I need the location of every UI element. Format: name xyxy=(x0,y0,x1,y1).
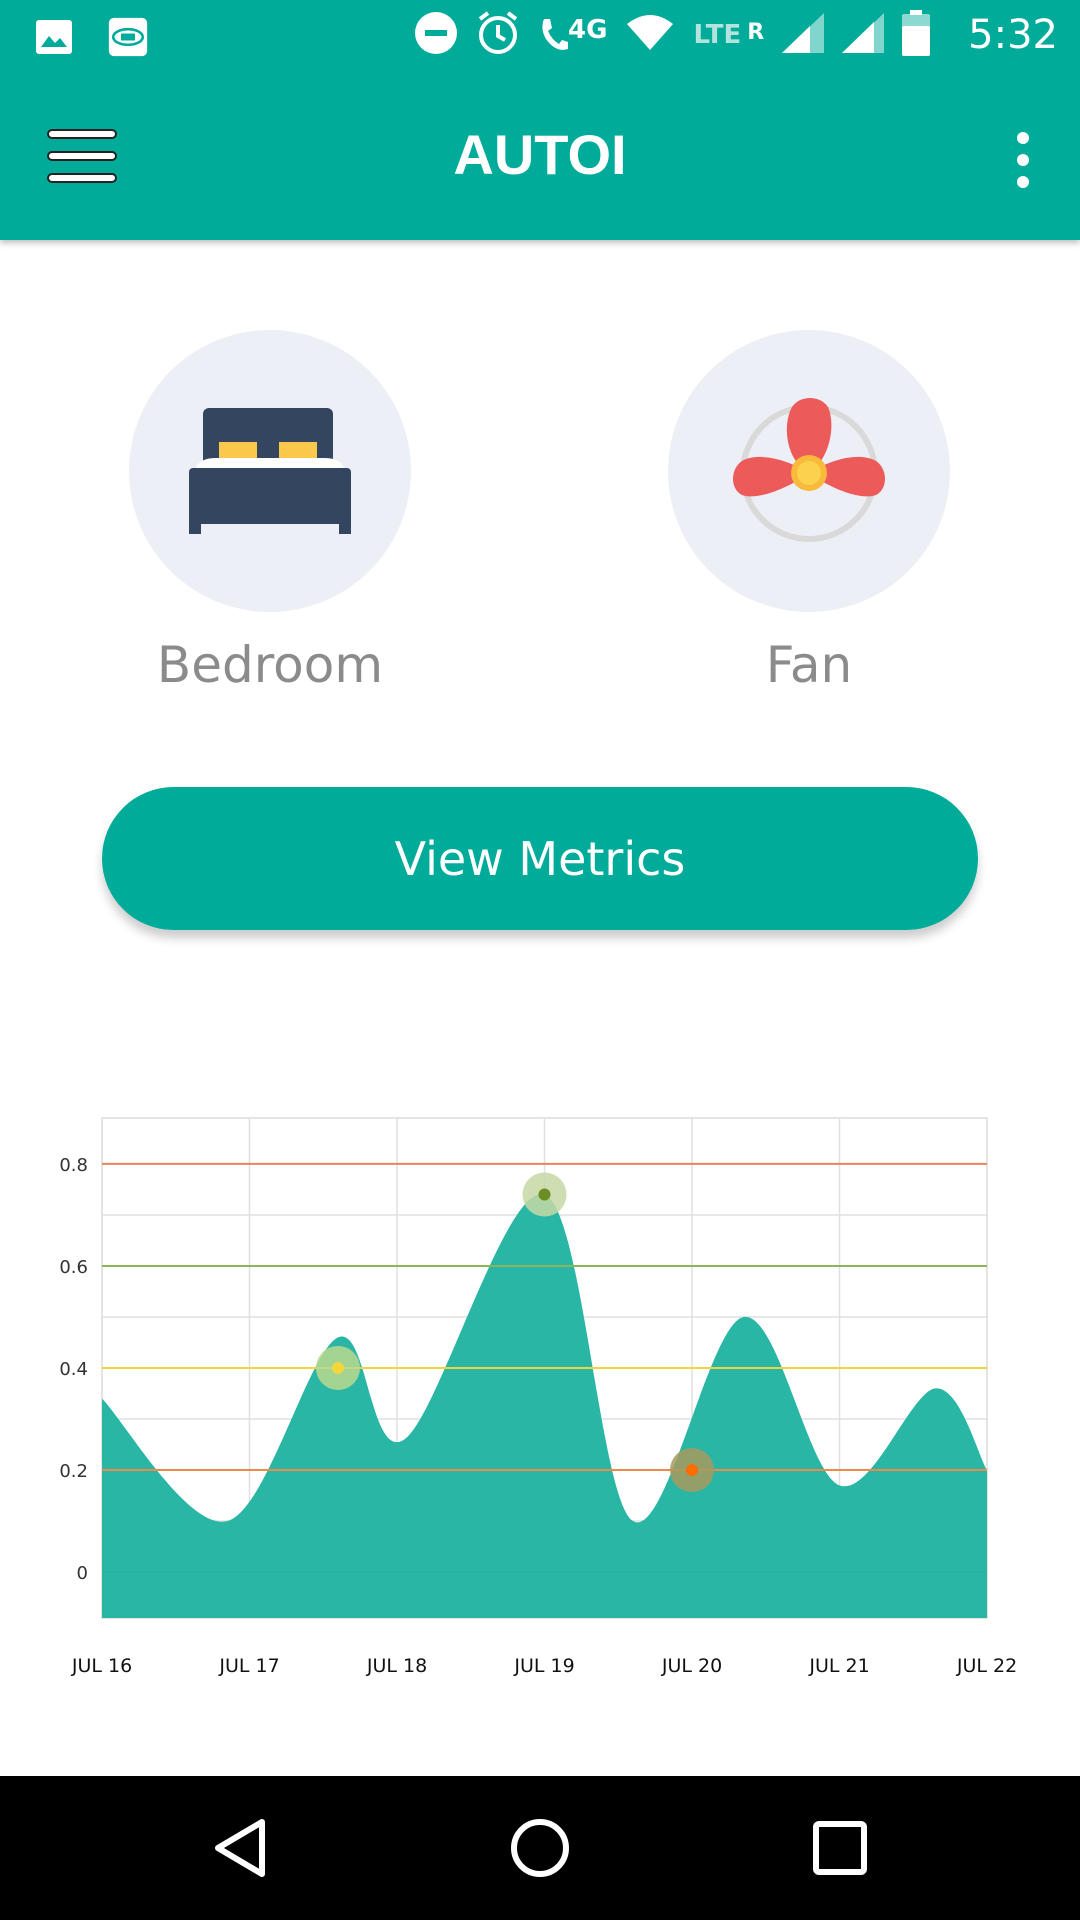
top-bar: 4G LTE R 5:32 AUTOI xyxy=(0,0,1080,240)
status-bar: 4G LTE R 5:32 xyxy=(0,0,1080,76)
system-nav-bar xyxy=(0,1776,1080,1920)
wifi-call-icon: 4G xyxy=(538,15,607,55)
metrics-chart: 0 0.2 0.4 0.6 0.8 JUL 16 JUL 17 JUL 18 JUL 19 JUL… xyxy=(59,1117,1017,1677)
app-title: AUTOI xyxy=(453,123,627,186)
signal-icon xyxy=(842,13,885,57)
x-tick-label: JUL 17 xyxy=(218,1655,279,1677)
fan-icon xyxy=(733,398,885,542)
image-icon xyxy=(34,14,74,60)
x-tick-label: JUL 16 xyxy=(71,1655,132,1677)
home-icon[interactable] xyxy=(500,1812,580,1884)
x-tick-label: JUL 22 xyxy=(956,1655,1017,1677)
x-tick-label: JUL 20 xyxy=(661,1655,722,1677)
y-tick-label: 0 xyxy=(77,1563,88,1584)
x-tick-label: JUL 19 xyxy=(513,1655,574,1677)
device-label: Fan xyxy=(765,636,853,694)
app-bar: AUTOI xyxy=(0,76,1080,240)
device-fan[interactable]: Fan xyxy=(667,330,951,694)
bed-icon xyxy=(189,408,351,534)
fan-tile[interactable] xyxy=(668,330,950,612)
lte-label: LTE xyxy=(693,20,742,50)
lte-indicator: LTE R xyxy=(693,20,764,50)
y-tick-label: 0.2 xyxy=(59,1461,88,1482)
signal-icon xyxy=(782,13,825,57)
alarm-icon xyxy=(476,10,520,60)
bedroom-tile[interactable] xyxy=(129,330,411,612)
view-metrics-button[interactable]: View Metrics xyxy=(102,787,978,930)
recents-icon[interactable] xyxy=(800,1812,880,1884)
wifi-icon xyxy=(625,14,675,56)
y-tick-label: 0.8 xyxy=(59,1155,88,1176)
device-label: Bedroom xyxy=(156,636,384,694)
do-not-disturb-icon xyxy=(414,11,458,59)
back-icon[interactable] xyxy=(200,1812,280,1884)
data-point xyxy=(686,1464,698,1477)
x-tick-label: JUL 21 xyxy=(808,1655,869,1677)
battery-icon xyxy=(902,10,931,60)
device-bedroom[interactable]: Bedroom xyxy=(128,330,412,694)
y-tick-label: 0.4 xyxy=(59,1359,88,1380)
more-vert-icon[interactable] xyxy=(1008,130,1038,190)
roaming-label: R xyxy=(747,20,765,45)
x-tick-label: JUL 18 xyxy=(366,1655,427,1677)
clock: 5:32 xyxy=(968,12,1058,58)
data-point xyxy=(538,1188,551,1201)
network-type-label: 4G xyxy=(568,15,608,45)
data-point xyxy=(332,1362,344,1374)
y-tick-label: 0.6 xyxy=(59,1257,88,1278)
im-plus-icon xyxy=(108,14,148,60)
